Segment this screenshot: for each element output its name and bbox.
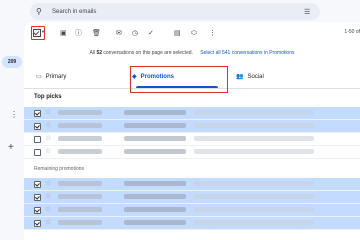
email-subject <box>124 207 186 212</box>
banner-count: 52 <box>96 50 102 56</box>
email-row[interactable]: ☆ <box>24 133 360 146</box>
sender-name <box>58 220 102 225</box>
tab-primary[interactable]: ▭ Primary <box>36 66 126 88</box>
row-checkbox[interactable] <box>34 194 41 201</box>
row-checkbox[interactable] <box>34 110 41 117</box>
people-icon: 👥 <box>236 74 244 80</box>
row-checkbox[interactable] <box>34 181 41 188</box>
email-snippet <box>194 181 314 186</box>
chevron-down-icon[interactable]: ▼ <box>41 29 45 34</box>
star-icon[interactable]: ☆ <box>45 192 51 200</box>
sender-name <box>58 123 102 128</box>
star-icon[interactable]: ☆ <box>45 218 51 226</box>
add-task-icon[interactable]: ✓ <box>148 29 154 38</box>
email-snippet <box>194 110 314 115</box>
delete-icon[interactable]: 🗑 <box>92 29 101 38</box>
select-checkbox-icon[interactable] <box>33 29 41 37</box>
row-checkbox[interactable] <box>34 123 41 130</box>
email-row[interactable]: ☆ <box>24 178 360 191</box>
star-icon[interactable]: ☆ <box>45 121 51 129</box>
email-row[interactable]: ☆ <box>24 217 360 230</box>
mail-list-panel: ▼ ▣ ⓘ 🗑 ✉ ◷ ✓ ▤ ⬭ ⋮ 1-50 of All 52 conve… <box>24 22 360 240</box>
email-snippet <box>194 207 314 212</box>
email-subject <box>124 123 186 128</box>
select-all-conversations-link[interactable]: Select all 541 conversations in Promotio… <box>200 50 294 56</box>
sender-name <box>58 207 102 212</box>
star-icon[interactable]: ☆ <box>45 134 51 142</box>
more-labels-icon[interactable]: ⋮ <box>10 110 18 119</box>
select-all-button[interactable]: ▼ <box>31 26 45 40</box>
search-options-icon[interactable]: ☰ <box>304 8 320 16</box>
more-icon[interactable]: ⋮ <box>209 29 216 38</box>
star-icon[interactable]: ☆ <box>45 147 51 155</box>
email-subject <box>124 110 186 115</box>
pagination-label: 1-50 of <box>344 29 360 35</box>
report-spam-icon[interactable]: ⓘ <box>75 29 82 38</box>
star-icon[interactable]: ☆ <box>45 179 51 187</box>
mark-unread-icon[interactable]: ✉ <box>116 29 122 38</box>
email-row[interactable]: ☆ <box>24 107 360 120</box>
section-remaining-promotions: Remaining promotions <box>34 166 85 172</box>
search-icon[interactable]: ⚲ <box>30 7 50 16</box>
unread-count-badge[interactable]: 209 <box>2 56 22 68</box>
top-picks-list: ☆ ☆ ☆ ☆ <box>24 107 360 159</box>
row-checkbox[interactable] <box>34 136 41 143</box>
email-row[interactable]: ☆ <box>24 120 360 133</box>
label-icon[interactable]: ⬭ <box>191 29 197 38</box>
move-to-icon[interactable]: ▤ <box>174 29 181 38</box>
row-checkbox[interactable] <box>34 220 41 227</box>
tab-social[interactable]: 👥 Social <box>236 66 326 88</box>
banner-prefix: All <box>89 50 96 56</box>
sender-name <box>58 149 102 154</box>
search-bar[interactable]: ⚲ Search in emails ☰ <box>30 3 320 20</box>
email-snippet <box>194 220 314 225</box>
inbox-icon: ▭ <box>36 74 42 80</box>
remaining-promotions-list: ☆ ☆ ☆ ☆ <box>24 178 360 230</box>
email-snippet <box>194 123 314 128</box>
search-input[interactable]: Search in emails <box>50 9 304 15</box>
banner-suffix: conversations on this page are selected. <box>103 50 193 56</box>
sender-name <box>58 181 102 186</box>
email-subject <box>124 149 186 154</box>
sender-name <box>58 194 102 199</box>
row-checkbox[interactable] <box>34 207 41 214</box>
email-row[interactable]: ☆ <box>24 204 360 217</box>
star-icon[interactable]: ☆ <box>45 108 51 116</box>
email-row[interactable]: ☆ <box>24 191 360 204</box>
email-subject <box>124 181 186 186</box>
email-subject <box>124 194 186 199</box>
row-checkbox[interactable] <box>34 149 41 156</box>
left-rail: 209 ⋮ + <box>0 0 24 240</box>
email-subject <box>124 136 186 141</box>
tab-social-label: Social <box>247 74 264 80</box>
archive-icon[interactable]: ▣ <box>60 29 67 38</box>
section-top-picks: Top picks <box>34 94 62 100</box>
email-snippet <box>194 136 314 141</box>
toolbar: ▼ ▣ ⓘ 🗑 ✉ ◷ ✓ ▤ ⬭ ⋮ 1-50 of <box>24 22 360 46</box>
email-snippet <box>194 149 314 154</box>
email-row[interactable]: ☆ <box>24 146 360 159</box>
tab-primary-label: Primary <box>45 74 67 80</box>
selection-banner: All 52 conversations on this page are se… <box>24 46 360 60</box>
star-icon[interactable]: ☆ <box>45 205 51 213</box>
email-snippet <box>194 194 314 199</box>
sender-name <box>58 110 102 115</box>
snooze-icon[interactable]: ◷ <box>132 29 138 38</box>
email-subject <box>124 220 186 225</box>
promotions-highlight-box <box>130 66 228 93</box>
new-label-icon[interactable]: + <box>8 142 14 153</box>
sender-name <box>58 136 102 141</box>
